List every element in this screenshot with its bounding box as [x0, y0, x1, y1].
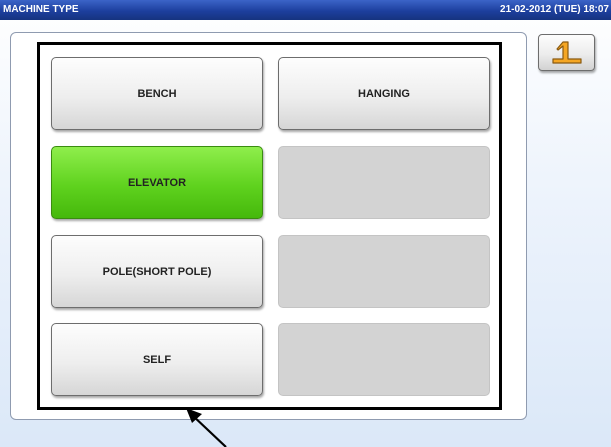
title-bar: MACHINE TYPE 21-02-2012 (TUE) 18:07	[0, 0, 611, 20]
screen: MACHINE TYPE 21-02-2012 (TUE) 18:07 BENC…	[0, 0, 611, 447]
date-time: 21-02-2012 (TUE) 18:07	[500, 4, 609, 15]
annotation-arrow-icon	[186, 408, 227, 447]
annotation-highlight-box	[37, 42, 502, 410]
screen-title: MACHINE TYPE	[3, 4, 79, 15]
return-arrow-icon	[552, 41, 582, 64]
back-button[interactable]	[538, 34, 595, 71]
